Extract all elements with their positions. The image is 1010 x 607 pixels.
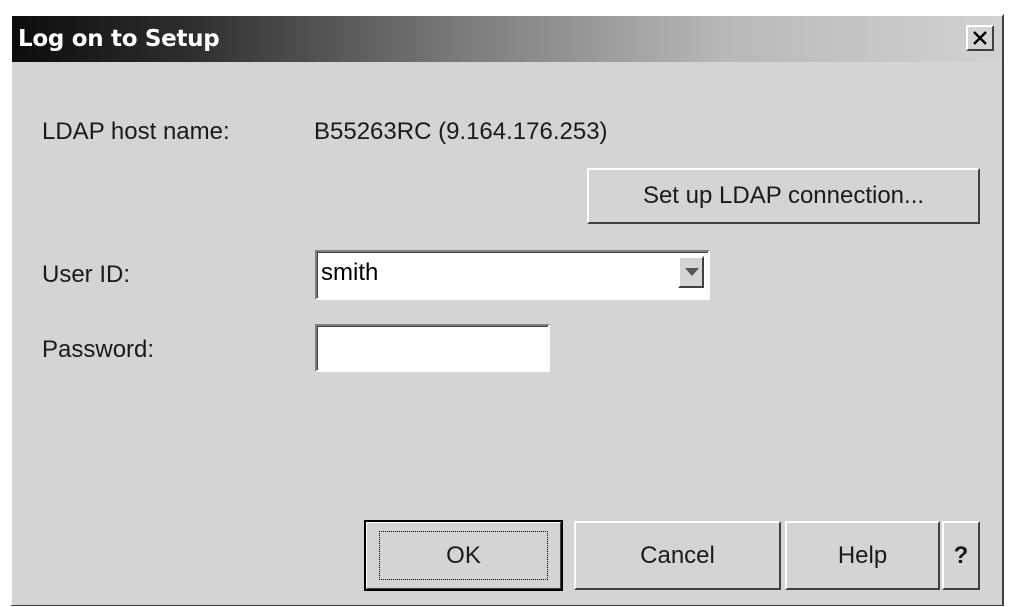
password-input[interactable]: [317, 326, 548, 370]
close-icon: [973, 31, 987, 45]
help-button[interactable]: Help: [785, 521, 940, 590]
user-id-label: User ID:: [42, 261, 131, 288]
ldap-host-value: B55263RC (9.164.176.253): [314, 118, 608, 145]
password-field[interactable]: [315, 324, 550, 372]
ldap-host-label: LDAP host name:: [42, 118, 230, 145]
user-id-value: smith: [321, 259, 379, 286]
context-help-button[interactable]: ?: [942, 521, 980, 590]
cancel-button[interactable]: Cancel: [574, 521, 781, 590]
context-help-label: ?: [953, 541, 969, 569]
user-id-dropdown-button[interactable]: [678, 256, 704, 288]
logon-dialog: Log on to Setup LDAP host name: B55263RC…: [10, 14, 1004, 606]
title-bar[interactable]: Log on to Setup: [12, 16, 1002, 62]
help-label: Help: [837, 541, 888, 569]
cancel-label: Cancel: [640, 541, 715, 569]
password-label: Password:: [42, 336, 155, 363]
ok-label: OK: [446, 541, 481, 569]
chevron-down-icon: [685, 268, 699, 276]
ok-button[interactable]: OK: [364, 520, 563, 591]
setup-ldap-connection-button[interactable]: Set up LDAP connection...: [587, 168, 980, 224]
user-id-combobox[interactable]: smith: [315, 250, 710, 300]
setup-ldap-connection-label: Set up LDAP connection...: [642, 182, 925, 209]
close-button[interactable]: [966, 25, 994, 51]
window-title: Log on to Setup: [18, 26, 220, 52]
